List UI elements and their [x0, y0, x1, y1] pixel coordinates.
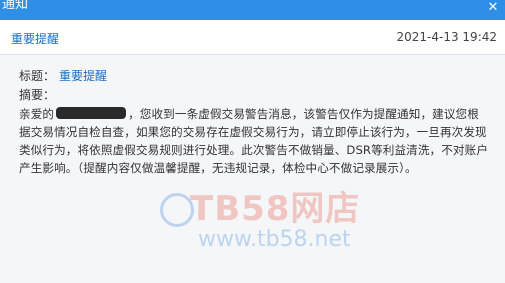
title-bar: 通知 ✕ — [0, 0, 505, 20]
notification-timestamp: 2021-4-13 19:42 — [396, 30, 498, 44]
message-content: 标题： 重要提醒 摘要： 亲爱的 ，您收到一条虚假交易警告消息，该警告仅作为提醒通知… — [0, 55, 505, 283]
watermark-logo-icon — [160, 193, 194, 227]
close-icon[interactable]: ✕ — [481, 0, 505, 20]
body-greeting: 亲爱的 — [19, 107, 55, 121]
notification-header: 重要提醒 2021-4-13 19:42 — [0, 20, 505, 55]
summary-label: 摘要： — [19, 88, 56, 102]
notification-subject[interactable]: 重要提醒 — [11, 30, 59, 47]
redacted-username — [56, 107, 127, 119]
title-label: 标题： — [19, 69, 56, 83]
watermark-url: www.tb58.net — [198, 227, 351, 252]
message-body: 亲爱的 ，您收到一条虚假交易警告消息，该警告仅作为提醒通知，建议您根据交易情况自检… — [19, 105, 489, 177]
title-value: 重要提醒 — [59, 69, 108, 83]
title-row: 标题： 重要提醒 — [19, 67, 107, 84]
watermark-brand: TB58网店 — [190, 189, 361, 229]
window-title: 通知 — [2, 0, 29, 12]
